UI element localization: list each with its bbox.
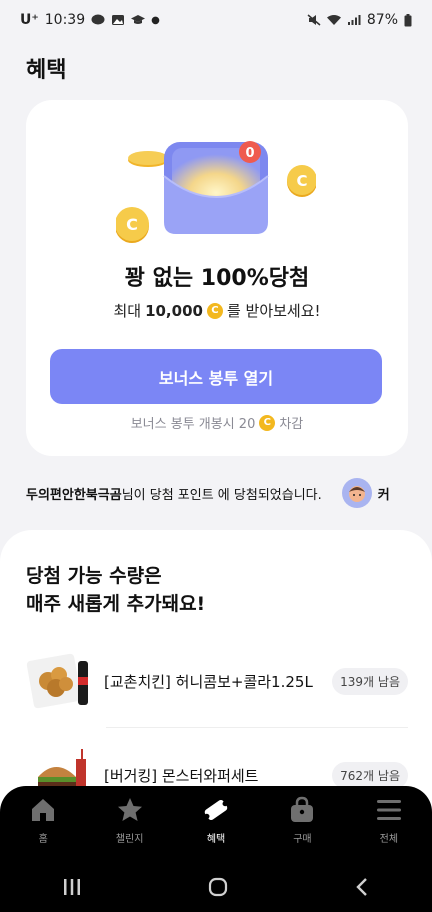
open-bonus-envelope-button[interactable]: 보너스 봉투 열기 [50, 349, 382, 404]
tab-label: 구매 [293, 834, 312, 845]
avatar [341, 478, 372, 508]
sub-prefix: 최대 [113, 302, 142, 320]
mute-icon [307, 14, 321, 26]
tab-label: 챌린지 [115, 834, 144, 845]
system-nav-bar [0, 872, 432, 902]
next-winner-fragment: 커 [377, 487, 390, 503]
divider [106, 727, 408, 728]
home-nav-icon[interactable] [207, 876, 229, 898]
more-notifications-icon: ● [151, 14, 160, 26]
talk-notification-icon [91, 14, 105, 25]
battery-icon [404, 13, 412, 26]
sub-suffix: 를 받아보세요! [226, 302, 321, 320]
carrier-label: U⁺ [20, 12, 39, 28]
remaining-badge: 762개 남음 [332, 761, 408, 789]
ticket-icon [204, 799, 228, 821]
tab-home[interactable]: 홈 [0, 796, 86, 860]
coin-icon: C [259, 414, 276, 431]
winner-name: 두의편안한북극곰 [26, 487, 122, 503]
bottom-tab-bar: 홈 챌린지 혜택 구매 전체 [0, 786, 432, 912]
page-title: 혜택 [26, 58, 67, 83]
back-icon[interactable] [354, 877, 370, 897]
bonus-subline: 최대 10,000 C 를 받아보세요! [26, 300, 408, 321]
shopping-bag-icon [291, 796, 314, 822]
recent-apps-icon[interactable] [62, 878, 82, 896]
cost-suffix: 차감 [279, 417, 304, 432]
tab-all[interactable]: 전체 [346, 796, 432, 860]
prizes-title-line2: 매주 새롭게 추가돼요! [26, 593, 206, 615]
prize-item[interactable]: [교촌치킨] 허니콤보+콜라1.25L 139개 남음 [26, 646, 408, 716]
menu-icon [376, 800, 401, 820]
envelope-badge-count: 0 [245, 146, 254, 161]
coin-icon: C [206, 302, 223, 319]
bonus-envelope-card: 0 C C 꽝 없는 100%당첨 최대 10,000 C 를 받아보세요! 보… [26, 100, 408, 456]
prize-name: [버거킹] 몬스터와퍼세트 [104, 766, 259, 785]
star-icon [117, 798, 142, 821]
signal-icon [347, 15, 361, 25]
status-bar: U⁺ 10:39 ● 87% [0, 0, 432, 40]
home-icon [32, 799, 55, 821]
tab-label: 홈 [38, 834, 48, 845]
coin-symbol-right: C [296, 172, 307, 190]
remaining-badge: 139개 남음 [332, 667, 408, 695]
tab-challenge[interactable]: 챌린지 [86, 796, 172, 860]
max-amount: 10,000 [145, 301, 203, 320]
bonus-headline: 꽝 없는 100%당첨 [124, 266, 310, 291]
winner-ticker: 두의편안한북극곰 님이 당첨 포인트 에 당첨되었습니다. 커 [26, 478, 432, 508]
prizes-section-title: 당첨 가능 수량은 매주 새롭게 추가돼요! [26, 562, 205, 618]
wifi-icon [326, 15, 341, 25]
avatar-face-icon [348, 486, 365, 502]
prize-name: [교촌치킨] 허니콤보+콜라1.25L [104, 672, 313, 691]
tab-benefits[interactable]: 혜택 [173, 796, 259, 860]
prizes-title-line1: 당첨 가능 수량은 [26, 565, 162, 587]
envelope-illustration: 0 C C [116, 141, 316, 243]
tab-label: 전체 [379, 834, 399, 845]
gallery-notification-icon [112, 15, 125, 25]
winner-message: 님이 당첨 포인트 에 당첨되었습니다. [121, 487, 322, 503]
cost-prefix: 보너스 봉투 개봉시 20 [130, 417, 256, 432]
open-cost-note: 보너스 봉투 개봉시 20 C 차감 [26, 413, 408, 432]
clock: 10:39 [44, 12, 86, 28]
tab-label: 혜택 [206, 834, 226, 845]
coin-symbol-left: C [126, 215, 138, 234]
school-notification-icon [131, 15, 146, 24]
battery-percent: 87% [366, 12, 398, 28]
chicken-product-image [26, 653, 88, 709]
tab-purchase[interactable]: 구매 [259, 796, 345, 860]
